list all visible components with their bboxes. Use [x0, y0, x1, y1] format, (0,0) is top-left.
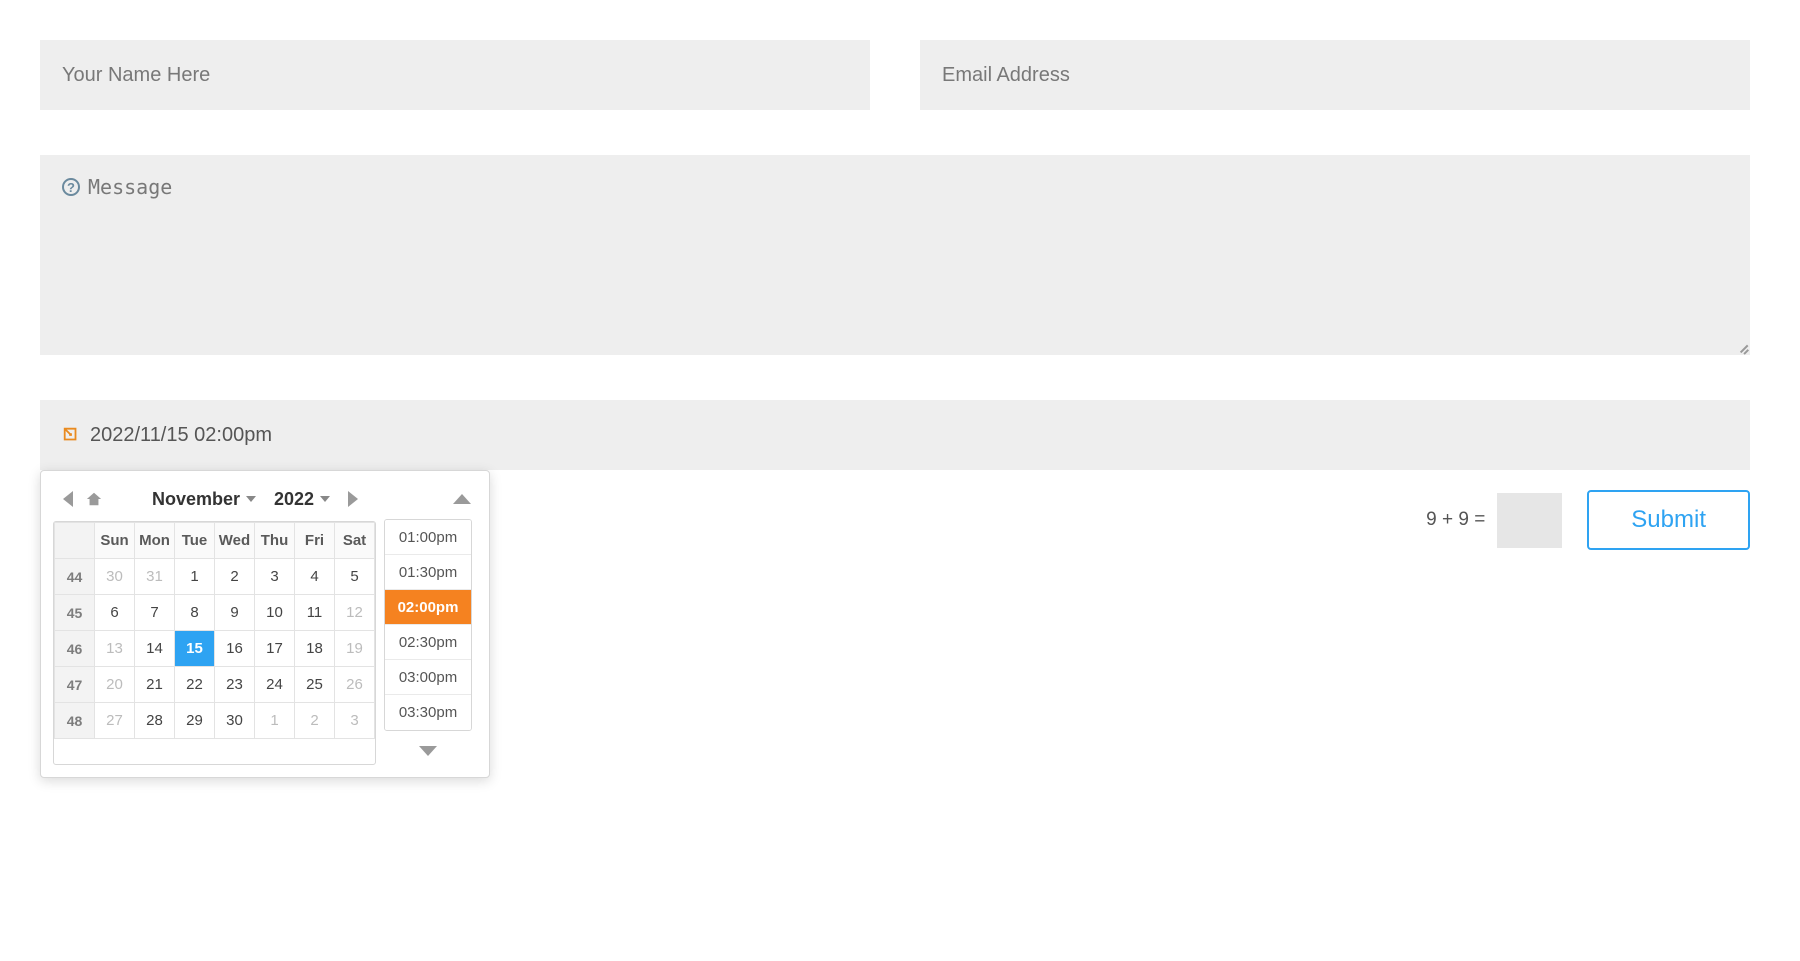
year-label: 2022	[274, 489, 314, 510]
day-cell[interactable]: 20	[95, 667, 135, 703]
resize-handle-icon	[1734, 339, 1748, 353]
day-cell[interactable]: 7	[135, 595, 175, 631]
name-input[interactable]	[62, 40, 848, 110]
prev-month-button[interactable]	[63, 491, 73, 507]
captcha: 9 + 9 =	[1426, 493, 1562, 548]
calendar-grid: SunMonTueWedThuFriSat4430311234545678910…	[53, 521, 376, 765]
day-cell[interactable]: 11	[295, 595, 335, 631]
day-cell[interactable]: 9	[215, 595, 255, 631]
time-option[interactable]: 02:30pm	[385, 625, 471, 660]
day-cell[interactable]: 22	[175, 667, 215, 703]
week-number: 45	[55, 595, 95, 631]
day-cell[interactable]: 30	[95, 559, 135, 595]
day-cell[interactable]: 2	[295, 703, 335, 739]
time-option[interactable]: 03:00pm	[385, 660, 471, 695]
day-cell[interactable]: 15	[175, 631, 215, 667]
week-number: 47	[55, 667, 95, 703]
email-input[interactable]	[942, 40, 1728, 110]
day-cell[interactable]: 30	[215, 703, 255, 739]
day-cell[interactable]: 4	[295, 559, 335, 595]
day-cell[interactable]: 19	[335, 631, 375, 667]
day-cell[interactable]: 13	[95, 631, 135, 667]
day-cell[interactable]: 3	[335, 703, 375, 739]
day-cell[interactable]: 1	[255, 703, 295, 739]
chevron-down-icon	[246, 496, 256, 502]
day-cell[interactable]: 14	[135, 631, 175, 667]
day-cell[interactable]: 28	[135, 703, 175, 739]
week-number: 46	[55, 631, 95, 667]
time-option[interactable]: 01:30pm	[385, 555, 471, 590]
message-textarea[interactable]	[80, 175, 1728, 335]
weekday-header: Sat	[335, 523, 375, 559]
day-cell[interactable]: 16	[215, 631, 255, 667]
time-list: 01:00pm01:30pm02:00pm02:30pm03:00pm03:30…	[384, 519, 472, 731]
week-number: 48	[55, 703, 95, 739]
day-cell[interactable]: 29	[175, 703, 215, 739]
day-cell[interactable]: 26	[335, 667, 375, 703]
month-label: November	[152, 489, 240, 510]
captcha-question: 9 + 9 =	[1426, 509, 1485, 531]
day-cell[interactable]: 5	[335, 559, 375, 595]
time-scroll-up-button[interactable]	[453, 494, 471, 504]
day-cell[interactable]: 12	[335, 595, 375, 631]
message-field-wrap: ?	[40, 155, 1750, 355]
calendar-icon	[62, 426, 80, 444]
day-cell[interactable]: 2	[215, 559, 255, 595]
weekday-header: Mon	[135, 523, 175, 559]
datetime-field-wrap	[40, 400, 1750, 470]
week-number: 44	[55, 559, 95, 595]
weekday-header: Wed	[215, 523, 255, 559]
year-select[interactable]: 2022	[274, 489, 330, 510]
day-cell[interactable]: 10	[255, 595, 295, 631]
weekday-header: Thu	[255, 523, 295, 559]
day-cell[interactable]: 1	[175, 559, 215, 595]
day-cell[interactable]: 18	[295, 631, 335, 667]
datetime-picker-popup: November 2022 SunMonTueWedThuFriSat44303…	[40, 470, 490, 778]
time-option[interactable]: 02:00pm	[385, 590, 471, 625]
name-field-wrap	[40, 40, 870, 110]
day-cell[interactable]: 27	[95, 703, 135, 739]
next-month-button[interactable]	[348, 491, 358, 507]
day-cell[interactable]: 17	[255, 631, 295, 667]
day-cell[interactable]: 23	[215, 667, 255, 703]
submit-button[interactable]: Submit	[1587, 490, 1750, 550]
day-cell[interactable]: 24	[255, 667, 295, 703]
day-cell[interactable]: 21	[135, 667, 175, 703]
day-cell[interactable]: 8	[175, 595, 215, 631]
help-icon[interactable]: ?	[62, 178, 80, 196]
weekday-header: Fri	[295, 523, 335, 559]
time-option[interactable]: 01:00pm	[385, 520, 471, 555]
weekday-header: Sun	[95, 523, 135, 559]
chevron-down-icon	[320, 496, 330, 502]
time-scroll-down-button[interactable]	[419, 746, 437, 756]
month-select[interactable]: November	[152, 489, 256, 510]
time-option[interactable]: 03:30pm	[385, 695, 471, 730]
weekday-header: Tue	[175, 523, 215, 559]
day-cell[interactable]: 31	[135, 559, 175, 595]
email-field-wrap	[920, 40, 1750, 110]
today-button[interactable]	[85, 491, 103, 507]
captcha-input[interactable]	[1497, 493, 1562, 548]
day-cell[interactable]: 25	[295, 667, 335, 703]
day-cell[interactable]: 6	[95, 595, 135, 631]
datetime-input[interactable]	[90, 400, 1728, 470]
day-cell[interactable]: 3	[255, 559, 295, 595]
